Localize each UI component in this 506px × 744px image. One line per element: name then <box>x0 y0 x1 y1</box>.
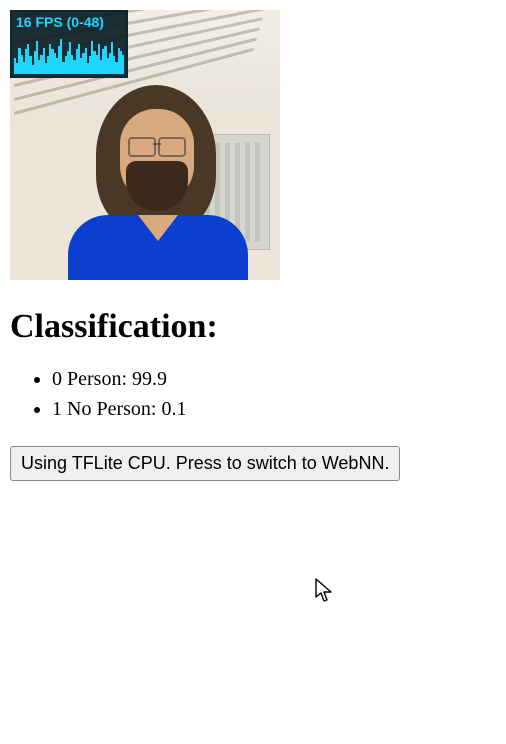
fps-overlay: 16 FPS (0-48) <box>10 10 128 78</box>
camera-preview: 16 FPS (0-48) <box>10 10 280 280</box>
classification-heading: Classification: <box>10 308 496 346</box>
fps-bar <box>122 55 124 74</box>
scene-person <box>68 65 248 275</box>
switch-backend-button[interactable]: Using TFLite CPU. Press to switch to Web… <box>10 446 400 481</box>
cursor-icon <box>314 578 334 604</box>
fps-graph <box>14 32 124 74</box>
classification-results: 0 Person: 99.91 No Person: 0.1 <box>10 364 496 424</box>
fps-label: 16 FPS (0-48) <box>16 14 104 30</box>
classification-result-item: 1 No Person: 0.1 <box>52 394 496 424</box>
classification-result-item: 0 Person: 99.9 <box>52 364 496 394</box>
